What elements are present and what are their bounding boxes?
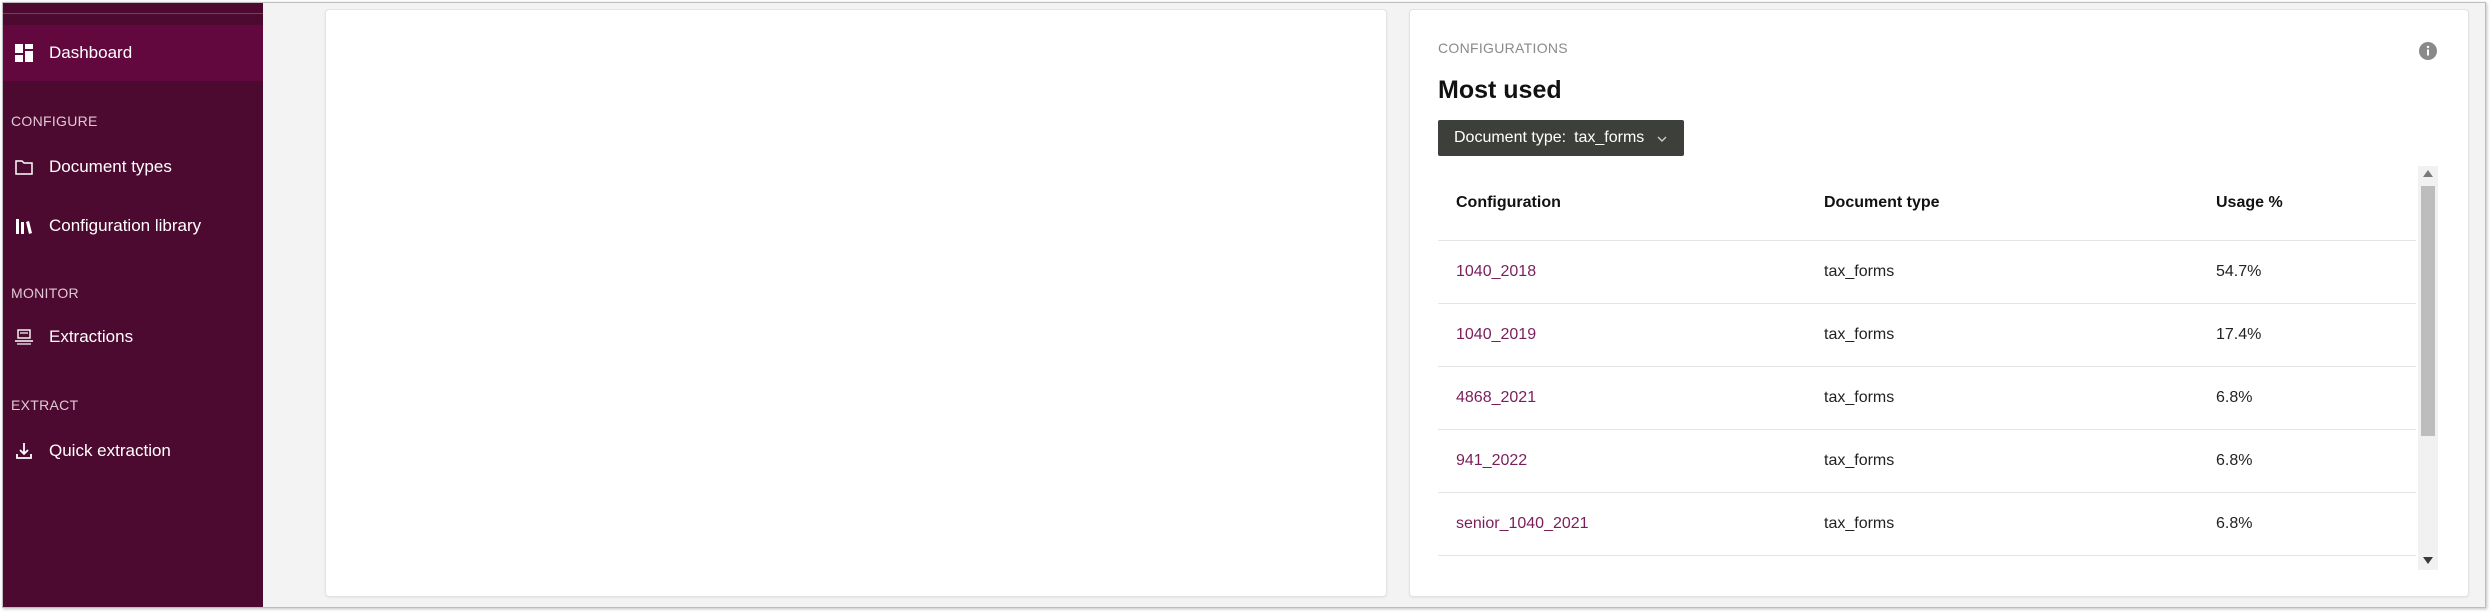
table-row: 941_2022 tax_forms 6.8% bbox=[1438, 429, 2416, 493]
dashboard-panel-empty bbox=[325, 9, 1387, 597]
extraction-icon bbox=[13, 326, 35, 348]
configuration-link[interactable]: senior_1040_2021 bbox=[1438, 492, 1806, 556]
filter-label: Document type: bbox=[1454, 129, 1567, 146]
document-type-cell: tax_forms bbox=[1806, 366, 2198, 430]
download-icon bbox=[13, 440, 35, 462]
column-header-document-type[interactable]: Document type bbox=[1806, 166, 2198, 241]
configuration-link[interactable]: 4868_2021 bbox=[1438, 366, 1806, 430]
column-header-configuration[interactable]: Configuration bbox=[1438, 166, 1806, 241]
card-title: Most used bbox=[1438, 76, 1562, 104]
library-icon bbox=[13, 215, 35, 237]
sidebar-item-label: Dashboard bbox=[49, 43, 133, 62]
document-type-cell: tax_forms bbox=[1806, 240, 2198, 304]
scrollbar-thumb[interactable] bbox=[2421, 186, 2435, 436]
sidebar-divider bbox=[3, 13, 263, 14]
configuration-link[interactable]: 1040_2018 bbox=[1438, 240, 1806, 304]
dashboard-icon bbox=[13, 42, 35, 64]
sidebar-item-label: Document types bbox=[49, 157, 172, 176]
scroll-up-arrow-icon[interactable] bbox=[2423, 170, 2433, 177]
configuration-link[interactable]: 1040_2019 bbox=[1438, 303, 1806, 367]
sidebar: Dashboard CONFIGURE Document types Confi… bbox=[3, 3, 263, 607]
table-scrollbar[interactable] bbox=[2418, 166, 2438, 570]
sidebar-item-configuration-library[interactable]: Configuration library bbox=[3, 198, 263, 254]
chevron-down-icon bbox=[1656, 132, 1668, 144]
configuration-link[interactable]: 941_2022 bbox=[1438, 429, 1806, 493]
section-label-configure: CONFIGURE bbox=[11, 113, 98, 129]
sidebar-item-label: Quick extraction bbox=[49, 441, 171, 460]
filter-value: tax_forms bbox=[1574, 129, 1645, 146]
table-row: 1040_2018 tax_forms 54.7% bbox=[1438, 240, 2416, 304]
table-row: 1040_2019 tax_forms 17.4% bbox=[1438, 303, 2416, 367]
sidebar-item-label: Extractions bbox=[49, 327, 134, 346]
document-type-cell: tax_forms bbox=[1806, 492, 2198, 556]
most-used-configurations-card: CONFIGURATIONS Most used Document type: … bbox=[1409, 9, 2469, 597]
usage-cell: 6.8% bbox=[2198, 429, 2416, 493]
usage-cell: 54.7% bbox=[2198, 240, 2416, 304]
usage-cell: 6.8% bbox=[2198, 366, 2416, 430]
sidebar-item-quick-extraction[interactable]: Quick extraction bbox=[3, 423, 263, 479]
section-label-monitor: MONITOR bbox=[11, 285, 79, 301]
configurations-table-container: Configuration Document type Usage % 1040… bbox=[1438, 166, 2438, 570]
scroll-down-arrow-icon[interactable] bbox=[2423, 557, 2433, 564]
table-header-row: Configuration Document type Usage % bbox=[1438, 166, 2416, 241]
info-icon[interactable] bbox=[2418, 41, 2438, 61]
sidebar-item-document-types[interactable]: Document types bbox=[3, 139, 263, 195]
section-label-extract: EXTRACT bbox=[11, 397, 79, 413]
document-type-cell: tax_forms bbox=[1806, 303, 2198, 367]
document-type-filter-button[interactable]: Document type: tax_forms bbox=[1438, 120, 1685, 156]
column-header-usage[interactable]: Usage % bbox=[2198, 166, 2416, 241]
sidebar-item-label: Configuration library bbox=[49, 216, 202, 235]
app-window: Dashboard CONFIGURE Document types Confi… bbox=[2, 2, 2486, 608]
configurations-table: Configuration Document type Usage % 1040… bbox=[1438, 166, 2416, 556]
sidebar-item-dashboard[interactable]: Dashboard bbox=[3, 25, 263, 81]
table-row: senior_1040_2021 tax_forms 6.8% bbox=[1438, 492, 2416, 556]
usage-cell: 17.4% bbox=[2198, 303, 2416, 367]
usage-cell: 6.8% bbox=[2198, 492, 2416, 556]
sidebar-item-extractions[interactable]: Extractions bbox=[3, 309, 263, 365]
table-row: 4868_2021 tax_forms 6.8% bbox=[1438, 366, 2416, 430]
card-eyebrow: CONFIGURATIONS bbox=[1438, 40, 1568, 56]
document-type-cell: tax_forms bbox=[1806, 429, 2198, 493]
folder-icon bbox=[13, 156, 35, 178]
